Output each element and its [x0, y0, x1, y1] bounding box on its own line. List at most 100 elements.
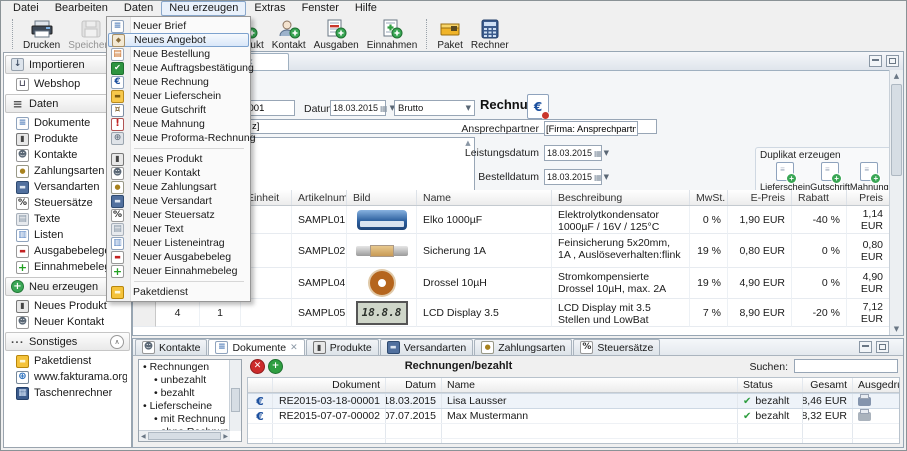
- dropdown-menu-item[interactable]: Neue Versandart: [107, 194, 250, 208]
- gross-net-select[interactable]: Brutto ▼: [394, 100, 475, 116]
- description-cell[interactable]: Elektrolytkondensator 1000µF / 16V / 125…: [552, 206, 690, 234]
- duplicate-dunning-button[interactable]: Mahnung: [850, 162, 889, 192]
- date-cell[interactable]: 18.03.2015: [386, 394, 442, 408]
- col-itemnumber[interactable]: Artikelnum...: [292, 190, 347, 205]
- bottom-tab[interactable]: Kontakte: [135, 339, 207, 355]
- dropdown-menu-item[interactable]: [107, 278, 250, 285]
- tree-item[interactable]: mit Rechnung: [139, 413, 230, 426]
- bottom-tab[interactable]: Dokumente ✕: [208, 339, 304, 355]
- menu-item[interactable]: Neu erzeugen: [161, 1, 246, 16]
- calculator-button[interactable]: Rechner: [467, 18, 513, 52]
- col-picture[interactable]: Bild: [347, 190, 417, 205]
- dropdown-menu-item[interactable]: Neuer Ausgabebeleg: [107, 250, 250, 264]
- discount-cell[interactable]: 0 %: [792, 234, 847, 268]
- scroll-right-icon[interactable]: ▶: [223, 433, 228, 440]
- itemnumber-cell[interactable]: SAMPL02: [292, 234, 347, 268]
- col-status[interactable]: Status: [738, 378, 803, 392]
- dropdown-menu-item[interactable]: [107, 145, 250, 152]
- document-cell[interactable]: RE2015-07-07-00002: [273, 409, 386, 423]
- collapse-all-icon[interactable]: [110, 335, 124, 349]
- vat-cell[interactable]: 19 %: [690, 234, 728, 268]
- name-cell[interactable]: Max Mustermann: [442, 409, 738, 423]
- date-cell[interactable]: 07.07.2015: [386, 409, 442, 423]
- tree-vertical-scrollbar[interactable]: [229, 360, 241, 431]
- discount-cell[interactable]: -40 %: [792, 206, 847, 234]
- search-input[interactable]: [794, 359, 898, 373]
- panel-minimize-button[interactable]: [859, 341, 872, 353]
- order-date-field[interactable]: 18.03.2015 ▦ ▼: [544, 169, 602, 185]
- name-cell[interactable]: Elko 1000µF: [417, 206, 552, 234]
- dropdown-menu-item[interactable]: Neues Angebot: [108, 33, 249, 47]
- total-cell[interactable]: 18,46 EUR: [803, 394, 853, 408]
- duplicate-delivery-note-button[interactable]: Lieferschein: [760, 162, 810, 192]
- name-cell[interactable]: Sicherung 1A: [417, 234, 552, 268]
- name-cell[interactable]: Lisa Lausser: [442, 394, 738, 408]
- itemnumber-cell[interactable]: SAMPL05: [292, 299, 347, 327]
- print-button[interactable]: Drucken: [19, 18, 64, 52]
- col-description[interactable]: Beschreibung: [552, 190, 690, 205]
- printer-icon[interactable]: [858, 412, 871, 421]
- itemnumber-cell[interactable]: SAMPL01: [292, 206, 347, 234]
- duplicate-credit-button[interactable]: Gutschrift: [810, 162, 850, 192]
- sidebar-entry[interactable]: www.fakturama.org: [4, 369, 131, 385]
- editor-minimize-button[interactable]: [869, 55, 882, 67]
- sidebar-entry[interactable]: Paketdienst: [4, 353, 131, 369]
- dropdown-menu-item[interactable]: Neue Zahlungsart: [107, 180, 250, 194]
- dropdown-menu-item[interactable]: Neuer Steuersatz: [107, 208, 250, 222]
- unit-cell[interactable]: [241, 299, 292, 327]
- description-cell[interactable]: Feinsicherung 5x20mm, 1A , Auslöseverhal…: [552, 234, 690, 268]
- dropdown-menu-item[interactable]: Neue Mahnung: [107, 117, 250, 131]
- add-button[interactable]: +: [268, 359, 283, 374]
- dropdown-menu-item[interactable]: Neue Bestellung: [107, 47, 250, 61]
- tree-item[interactable]: Lieferscheine: [139, 400, 230, 413]
- editor-scrollbar[interactable]: ▲ ▼: [889, 70, 903, 335]
- service-date-field[interactable]: 18.03.2015 ▦ ▼: [544, 145, 602, 161]
- unitprice-cell[interactable]: 0,80 EUR: [728, 234, 792, 268]
- tree-item[interactable]: unbezahlt: [139, 374, 230, 387]
- price-cell[interactable]: 0,80 EUR: [847, 234, 890, 268]
- menu-item[interactable]: Bearbeiten: [47, 1, 116, 16]
- delete-button[interactable]: ✕: [250, 359, 265, 374]
- scrollbar-thumb[interactable]: [231, 388, 240, 412]
- col-name[interactable]: Name: [442, 378, 738, 392]
- price-cell[interactable]: 4,90 EUR: [847, 268, 890, 299]
- scrollbar-thumb[interactable]: [891, 84, 902, 176]
- itemnumber-cell[interactable]: SAMPL04: [292, 268, 347, 299]
- col-printed[interactable]: Ausgedruckt: [853, 378, 900, 392]
- dropdown-menu-item[interactable]: Neuer Einnahmebeleg: [107, 264, 250, 278]
- sidebar-entry[interactable]: Neuer Kontakt: [4, 314, 131, 330]
- dropdown-menu-item[interactable]: Neuer Lieferschein: [107, 89, 250, 103]
- menu-item[interactable]: Fenster: [294, 1, 347, 16]
- bottom-tab[interactable]: Versandarten: [380, 339, 473, 355]
- menu-item[interactable]: Extras: [246, 1, 293, 16]
- printer-icon[interactable]: [858, 397, 871, 406]
- parcel-service-button[interactable]: Paket: [433, 18, 467, 52]
- scroll-down-icon[interactable]: ▼: [890, 325, 903, 333]
- editor-maximize-button[interactable]: [886, 55, 899, 67]
- sidebar-entry[interactable]: Taschenrechner: [4, 385, 131, 401]
- name-cell[interactable]: LCD Display 3.5: [417, 299, 552, 327]
- col-name[interactable]: Name: [417, 190, 552, 205]
- scrollbar-thumb[interactable]: [148, 432, 222, 440]
- invoice-item-row[interactable]: 4 1 SAMPL05 LCD Display 3.5 LCD Display …: [133, 299, 890, 327]
- bottom-tab[interactable]: Steuersätze: [573, 339, 660, 355]
- quantity-cell[interactable]: 1: [200, 299, 241, 327]
- panel-maximize-button[interactable]: [876, 341, 889, 353]
- description-cell[interactable]: Stromkompensierte Drossel 10µH, max. 2A: [552, 268, 690, 299]
- col-date[interactable]: Datum: [386, 378, 442, 392]
- price-cell[interactable]: 1,14 EUR: [847, 206, 890, 234]
- tree-horizontal-scrollbar[interactable]: ◀▶: [139, 430, 230, 441]
- dropdown-menu-item[interactable]: Neue Auftragsbestätigung: [107, 61, 250, 75]
- new-income-button[interactable]: Einnahmen: [363, 18, 422, 52]
- menu-item[interactable]: Hilfe: [347, 1, 385, 16]
- total-cell[interactable]: 18,32 EUR: [803, 409, 853, 423]
- dropdown-menu-item[interactable]: Neuer Brief: [107, 19, 250, 33]
- document-cell[interactable]: RE2015-03-18-00001: [273, 394, 386, 408]
- discount-cell[interactable]: 0 %: [792, 268, 847, 299]
- document-row[interactable]: € RE2015-03-18-00001 18.03.2015 Lisa Lau…: [248, 393, 899, 409]
- discount-cell[interactable]: -20 %: [792, 299, 847, 327]
- scroll-up-icon[interactable]: ▲: [890, 72, 903, 80]
- vat-cell[interactable]: 7 %: [690, 299, 728, 327]
- dropdown-menu-item[interactable]: Neues Produkt: [107, 152, 250, 166]
- menu-item[interactable]: Daten: [116, 1, 161, 16]
